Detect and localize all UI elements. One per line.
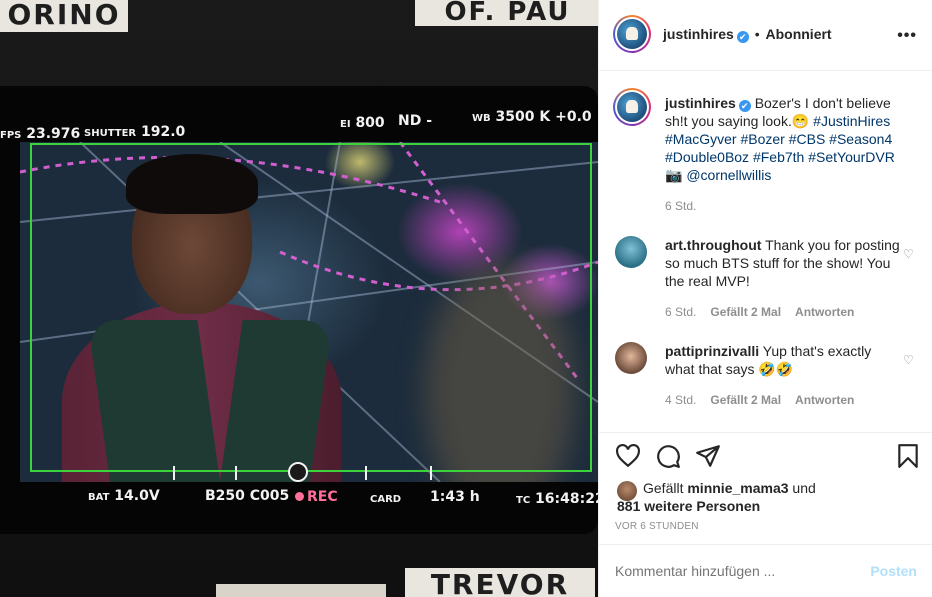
comment-text-block: pattiprinzivalli Yup that's exactly what… [665, 342, 901, 378]
frame-guide [30, 143, 592, 472]
bookmark-icon[interactable] [895, 443, 921, 469]
post-comment-button[interactable]: Posten [870, 563, 917, 579]
hud-wb: WB 3500 K +0.0 [472, 109, 592, 125]
hud-nd: ND - [398, 113, 433, 129]
comment-meta: 4 Std. Gefällt 2 Mal Antworten [665, 393, 854, 407]
comment-bar: Posten [599, 544, 932, 597]
commenter-avatar[interactable] [615, 236, 647, 268]
comment-username[interactable]: art.throughout [665, 237, 761, 253]
heart-icon[interactable] [615, 443, 641, 469]
comment-meta: 6 Std. Gefällt 2 Mal Antworten [665, 305, 854, 319]
hud-clip: B250 C005 [205, 488, 290, 504]
caption-mention[interactable]: @cornellwillis [686, 167, 771, 183]
hud-ei: EI 800 [340, 115, 385, 131]
header-avatar[interactable] [613, 15, 651, 53]
comment-like-heart-icon[interactable]: ♡ [903, 248, 915, 260]
hud-battery: BAT 14.0V [88, 488, 160, 504]
comment-item: art.throughout Thank you for posting so … [615, 236, 915, 326]
liked-by-username[interactable]: minnie_mama3 [687, 480, 788, 496]
background-sign-top-right: OF. PAU [415, 0, 598, 26]
caption: justinhires ✔ Bozer's I don't believe sh!… [613, 88, 915, 220]
hud-rec: REC [295, 489, 338, 505]
background-sign-bottom-left [216, 584, 386, 597]
caption-time[interactable]: 6 Std. [665, 199, 696, 213]
caption-avatar[interactable] [613, 88, 651, 126]
comment-time[interactable]: 6 Std. [665, 305, 696, 319]
liker-avatar [617, 481, 637, 501]
camera-emoji-icon: 📷 [665, 167, 683, 183]
comment-icon[interactable] [655, 443, 681, 469]
post-side-panel: justinhires ✔ • Abonniert ••• justinhires… [598, 0, 932, 597]
comment-likes[interactable]: Gefällt 2 Mal [710, 305, 781, 319]
comment-username[interactable]: pattiprinzivalli [665, 343, 759, 359]
focus-dial-icon [288, 462, 308, 482]
commenter-avatar[interactable] [615, 342, 647, 374]
post-header: justinhires ✔ • Abonniert ••• [599, 0, 932, 71]
post-time-ago[interactable]: VOR 6 STUNDEN [615, 521, 699, 532]
hud-card-time: 1:43 h [430, 489, 480, 505]
post-actions: Gefällt minnie_mama3 und 881 weitere Per… [599, 432, 932, 544]
follow-status-button[interactable]: Abonniert [765, 26, 831, 42]
background-sign-top-left: ORINO [0, 0, 128, 32]
post-photo[interactable]: ORINO OF. PAU TREVOR FPS 23.976 SHUTTER … [0, 0, 598, 597]
header-username[interactable]: justinhires [663, 26, 734, 42]
verified-icon: ✔ [738, 100, 751, 112]
share-icon[interactable] [695, 443, 721, 469]
others-likes-link[interactable]: 881 weitere Personen [617, 498, 760, 514]
comment-input[interactable] [615, 563, 865, 579]
comment-item: pattiprinzivalli Yup that's exactly what… [615, 342, 915, 422]
header-user-line: justinhires ✔ • Abonniert [663, 26, 832, 43]
comments-section[interactable]: justinhires ✔ Bozer's I don't believe sh!… [599, 72, 932, 432]
hud-fps: FPS 23.976 [0, 126, 81, 142]
comment-reply-button[interactable]: Antworten [795, 393, 854, 407]
verified-icon: ✔ [736, 31, 749, 43]
caption-username[interactable]: justinhires [665, 95, 736, 111]
comment-reply-button[interactable]: Antworten [795, 305, 854, 319]
comment-time[interactable]: 4 Std. [665, 393, 696, 407]
background-sign-bottom: TREVOR [405, 568, 595, 597]
likes-summary[interactable]: Gefällt minnie_mama3 und 881 weitere Per… [617, 479, 816, 515]
comment-like-heart-icon[interactable]: ♡ [903, 354, 915, 366]
comment-text-block: art.throughout Thank you for posting so … [665, 236, 901, 290]
comment-likes[interactable]: Gefällt 2 Mal [710, 393, 781, 407]
more-options-icon[interactable]: ••• [897, 27, 917, 45]
hud-shutter: SHUTTER 192.0 [84, 124, 186, 140]
caption-text-block: justinhires ✔ Bozer's I don't believe sh!… [665, 94, 901, 184]
hud-card: CARD [370, 494, 402, 505]
record-dot-icon [295, 492, 304, 501]
hud-timecode: TC 16:48:22 [516, 491, 598, 507]
